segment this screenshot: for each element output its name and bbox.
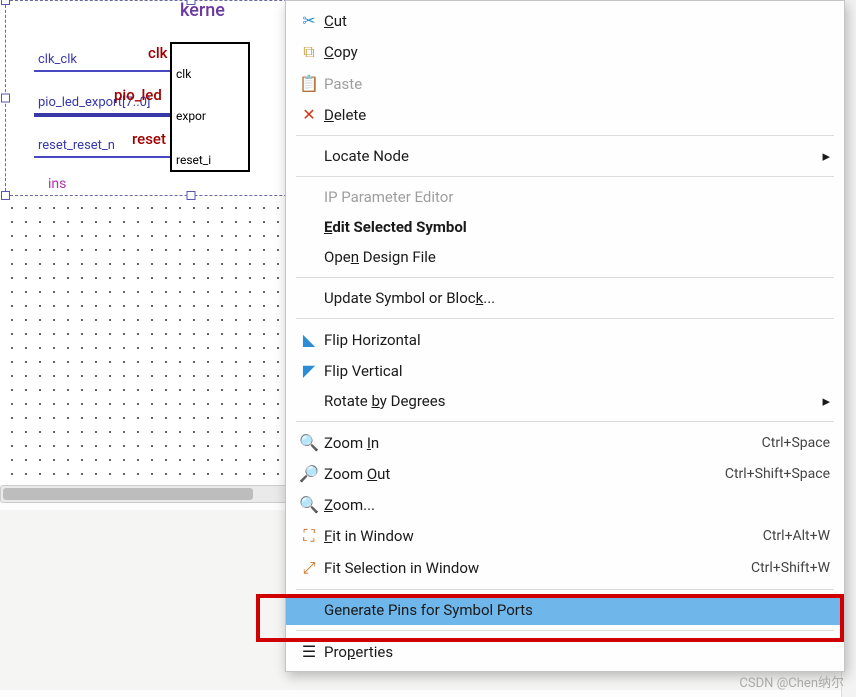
- menu-flip-vertical[interactable]: ◤ Flip Vertical: [286, 355, 844, 386]
- menu-delete[interactable]: ✕ Delete: [286, 99, 844, 130]
- port-export: expor: [176, 109, 206, 123]
- menu-separator: [296, 318, 834, 319]
- menu-flip-horizontal[interactable]: ◣ Flip Horizontal: [286, 324, 844, 355]
- menu-label: Fit Selection in Window: [324, 559, 751, 577]
- menu-label: Delete: [324, 106, 830, 124]
- shortcut: Ctrl+Alt+W: [763, 528, 830, 544]
- menu-label: Flip Vertical: [324, 362, 830, 380]
- paste-icon: 📋: [294, 74, 324, 93]
- context-menu: ✂ Cut ⧉ Copy 📋 Paste ✕ Delete Locate Nod…: [285, 0, 845, 672]
- resize-handle[interactable]: [187, 191, 196, 200]
- watermark: CSDN @Chen纳尔: [739, 672, 844, 691]
- menu-paste: 📋 Paste: [286, 68, 844, 99]
- menu-rotate[interactable]: Rotate by Degrees ▸: [286, 386, 844, 416]
- symbol-block[interactable]: clk clk pio_led expor reset reset_i: [170, 42, 250, 172]
- scroll-thumb[interactable]: [3, 488, 253, 500]
- menu-properties[interactable]: ☰ Properties: [286, 636, 844, 667]
- menu-label: Flip Horizontal: [324, 331, 830, 349]
- instance-label: ins: [48, 176, 66, 192]
- shortcut: Ctrl+Shift+W: [751, 560, 830, 576]
- menu-label: Open Design File: [324, 248, 830, 266]
- menu-label: Copy: [324, 43, 830, 61]
- zoom-in-icon: 🔍: [294, 433, 324, 452]
- menu-label: Fit in Window: [324, 527, 763, 545]
- menu-label: Update Symbol or Block...: [324, 289, 830, 307]
- hdr-clk: clk: [148, 44, 167, 62]
- fit-selection-icon: ⤢: [294, 558, 324, 578]
- menu-locate-node[interactable]: Locate Node ▸: [286, 141, 844, 171]
- menu-separator: [296, 277, 834, 278]
- hdr-pio: pio_led: [114, 86, 162, 104]
- menu-separator: [296, 589, 834, 590]
- resize-handle[interactable]: [1, 0, 10, 5]
- menu-label: Generate Pins for Symbol Ports: [324, 601, 830, 619]
- resize-handle[interactable]: [1, 191, 10, 200]
- menu-label: Zoom Out: [324, 465, 725, 483]
- menu-label: Properties: [324, 643, 830, 661]
- menu-separator: [296, 176, 834, 177]
- menu-separator: [296, 630, 834, 631]
- copy-icon: ⧉: [294, 42, 324, 62]
- fit-window-icon: ⛶: [294, 526, 324, 546]
- menu-separator: [296, 421, 834, 422]
- scissors-icon: ✂: [294, 11, 324, 30]
- menu-update-symbol[interactable]: Update Symbol or Block...: [286, 283, 844, 313]
- menu-label: Locate Node: [324, 147, 830, 165]
- delete-icon: ✕: [294, 105, 324, 124]
- chevron-right-icon: ▸: [822, 392, 830, 410]
- menu-label: IP Parameter Editor: [324, 188, 830, 206]
- menu-copy[interactable]: ⧉ Copy: [286, 36, 844, 68]
- menu-separator: [296, 135, 834, 136]
- menu-zoom-in[interactable]: 🔍 Zoom In Ctrl+Space: [286, 427, 844, 458]
- menu-label: Rotate by Degrees: [324, 392, 830, 410]
- menu-fit-window[interactable]: ⛶ Fit in Window Ctrl+Alt+W: [286, 520, 844, 552]
- resize-handle[interactable]: [1, 94, 10, 103]
- properties-icon: ☰: [294, 642, 324, 661]
- flip-vertical-icon: ◤: [294, 361, 324, 380]
- menu-zoom-out[interactable]: 🔎 Zoom Out Ctrl+Shift+Space: [286, 458, 844, 489]
- chevron-right-icon: ▸: [822, 147, 830, 165]
- menu-label: Paste: [324, 75, 830, 93]
- menu-open-design[interactable]: Open Design File: [286, 242, 844, 272]
- menu-label: Cut: [324, 12, 830, 30]
- hdr-reset: reset: [132, 130, 166, 148]
- flip-horizontal-icon: ◣: [294, 330, 324, 349]
- magnifier-icon: 🔍: [294, 495, 324, 514]
- port-clk: clk: [176, 67, 191, 81]
- menu-label: Zoom In: [324, 434, 762, 452]
- menu-label: Edit Selected Symbol: [324, 218, 830, 236]
- shortcut: Ctrl+Shift+Space: [725, 466, 830, 482]
- zoom-out-icon: 🔎: [294, 464, 324, 483]
- menu-label: Zoom...: [324, 496, 830, 514]
- resize-handle[interactable]: [187, 0, 196, 5]
- port-reset: reset_i: [176, 153, 211, 167]
- menu-ip-editor: IP Parameter Editor: [286, 182, 844, 212]
- menu-generate-pins[interactable]: Generate Pins for Symbol Ports: [286, 595, 844, 625]
- menu-zoom[interactable]: 🔍 Zoom...: [286, 489, 844, 520]
- menu-fit-selection[interactable]: ⤢ Fit Selection in Window Ctrl+Shift+W: [286, 552, 844, 584]
- shortcut: Ctrl+Space: [762, 435, 830, 451]
- menu-cut[interactable]: ✂ Cut: [286, 5, 844, 36]
- menu-edit-symbol[interactable]: Edit Selected Symbol: [286, 212, 844, 242]
